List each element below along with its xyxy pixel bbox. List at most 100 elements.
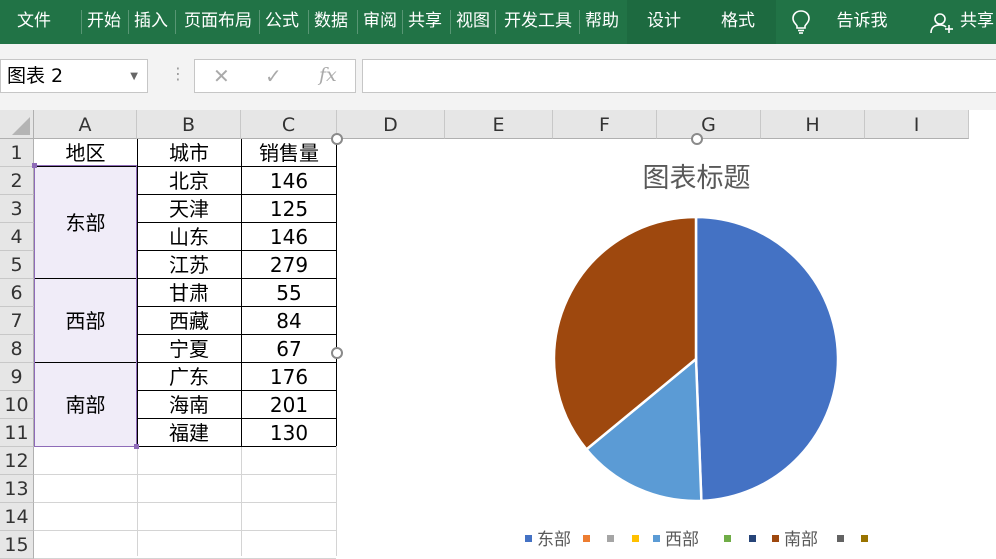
- column-header-I[interactable]: I: [865, 110, 969, 139]
- column-header-C[interactable]: C: [241, 110, 337, 139]
- legend-item-5[interactable]: [724, 529, 736, 551]
- row-header-15[interactable]: 15: [0, 531, 34, 559]
- cell-A1[interactable]: 地区: [34, 139, 137, 167]
- table-border-line: [34, 362, 137, 363]
- ribbon-separator: [357, 10, 358, 34]
- chart-resize-handle-top-left[interactable]: [331, 133, 343, 145]
- row-header-10[interactable]: 10: [0, 391, 34, 419]
- cell-sales-9[interactable]: 130: [241, 419, 337, 447]
- column-header-A[interactable]: A: [34, 110, 137, 139]
- cell-region-0[interactable]: 东部: [34, 167, 137, 279]
- ribbon-tab-7[interactable]: 共享: [407, 0, 443, 44]
- ribbon-tab-5[interactable]: 数据: [313, 0, 349, 44]
- cell-city-0[interactable]: 北京: [137, 167, 241, 195]
- cell-sales-6[interactable]: 67: [241, 335, 337, 363]
- cell-sales-0[interactable]: 146: [241, 167, 337, 195]
- legend-item-1[interactable]: [583, 529, 595, 551]
- chevron-down-icon[interactable]: ▼: [130, 61, 138, 93]
- cell-city-5[interactable]: 西藏: [137, 307, 241, 335]
- legend-item-7[interactable]: 南部: [772, 529, 818, 551]
- cell-city-6[interactable]: 宁夏: [137, 335, 241, 363]
- cell-city-7[interactable]: 广东: [137, 363, 241, 391]
- lightbulb-icon: [792, 10, 810, 34]
- table-border-line: [137, 446, 336, 447]
- cell-sales-8[interactable]: 201: [241, 391, 337, 419]
- cell-region-1[interactable]: 西部: [34, 279, 137, 363]
- pie-chart[interactable]: 图表标题 东部 西部 南部: [337, 139, 996, 556]
- legend-label: 东部: [537, 530, 571, 550]
- legend-item-0[interactable]: 东部: [525, 529, 571, 551]
- ribbon-tab-11[interactable]: 设计: [646, 0, 682, 44]
- legend-item-3[interactable]: [632, 529, 644, 551]
- cell-B1[interactable]: 城市: [137, 139, 241, 167]
- row-header-11[interactable]: 11: [0, 419, 34, 447]
- column-header-F[interactable]: F: [553, 110, 657, 139]
- legend-item-2[interactable]: [607, 529, 619, 551]
- row-header-12[interactable]: 12: [0, 447, 34, 475]
- cell-sales-5[interactable]: 84: [241, 307, 337, 335]
- more-icon: ⋮: [170, 64, 186, 83]
- legend-item-4[interactable]: 西部: [653, 529, 699, 551]
- ribbon-tab-8[interactable]: 视图: [455, 0, 491, 44]
- cell-region-2[interactable]: 南部: [34, 363, 137, 447]
- ribbon-tab-12[interactable]: 格式: [720, 0, 756, 44]
- formula-input[interactable]: [362, 59, 996, 93]
- chart-resize-handle-top[interactable]: [691, 133, 703, 145]
- row-header-8[interactable]: 8: [0, 335, 34, 363]
- row-header-4[interactable]: 4: [0, 223, 34, 251]
- row-header-3[interactable]: 3: [0, 195, 34, 223]
- cancel-icon[interactable]: ✕: [213, 64, 230, 88]
- column-header-B[interactable]: B: [137, 110, 241, 139]
- cell-city-2[interactable]: 山东: [137, 223, 241, 251]
- ribbon-tab-1[interactable]: 开始: [86, 0, 122, 44]
- ribbon-tab-0[interactable]: 文件: [16, 0, 52, 44]
- cell-sales-1[interactable]: 125: [241, 195, 337, 223]
- ribbon-tab-2[interactable]: 插入: [133, 0, 169, 44]
- legend-swatch: [525, 535, 532, 542]
- table-border-line: [34, 278, 137, 279]
- name-box[interactable]: 图表 2 ▼: [0, 59, 148, 93]
- ribbon-separator: [402, 10, 403, 34]
- column-header-G[interactable]: G: [657, 110, 761, 139]
- legend-item-8[interactable]: [837, 529, 849, 551]
- cell-C1[interactable]: 销售量: [241, 139, 337, 167]
- cell-sales-7[interactable]: 176: [241, 363, 337, 391]
- row-header-5[interactable]: 5: [0, 251, 34, 279]
- chart-resize-handle-left[interactable]: [331, 347, 343, 359]
- legend-label: 西部: [665, 530, 699, 550]
- row-header-1[interactable]: 1: [0, 139, 34, 167]
- insert-function-icon[interactable]: fx: [319, 64, 337, 86]
- tell-me-search[interactable]: 告诉我: [832, 0, 892, 44]
- ribbon-tab-4[interactable]: 公式: [264, 0, 300, 44]
- legend-item-6[interactable]: [749, 529, 761, 551]
- ribbon-tab-6[interactable]: 审阅: [362, 0, 398, 44]
- row-header-14[interactable]: 14: [0, 503, 34, 531]
- ribbon-tab-3[interactable]: 页面布局: [180, 0, 256, 44]
- column-header-D[interactable]: D: [337, 110, 445, 139]
- user-add-icon: [930, 13, 953, 34]
- row-header-2[interactable]: 2: [0, 167, 34, 195]
- column-header-E[interactable]: E: [445, 110, 553, 139]
- ribbon-separator: [495, 10, 496, 34]
- cell-city-4[interactable]: 甘肃: [137, 279, 241, 307]
- cell-city-1[interactable]: 天津: [137, 195, 241, 223]
- cell-sales-4[interactable]: 55: [241, 279, 337, 307]
- ribbon-tab-9[interactable]: 开发工具: [500, 0, 576, 44]
- table-border-line: [241, 139, 242, 446]
- column-header-H[interactable]: H: [761, 110, 865, 139]
- cell-city-3[interactable]: 江苏: [137, 251, 241, 279]
- share-button[interactable]: 共享: [960, 0, 996, 44]
- row-header-9[interactable]: 9: [0, 363, 34, 391]
- row-header-13[interactable]: 13: [0, 475, 34, 503]
- cell-city-9[interactable]: 福建: [137, 419, 241, 447]
- legend-item-9[interactable]: [861, 529, 873, 551]
- row-header-6[interactable]: 6: [0, 279, 34, 307]
- select-all-corner[interactable]: [0, 110, 34, 139]
- cell-sales-3[interactable]: 279: [241, 251, 337, 279]
- ribbon-tab-10[interactable]: 帮助: [584, 0, 620, 44]
- pie-slice-东部[interactable]: [694, 215, 840, 503]
- enter-icon[interactable]: ✓: [265, 64, 282, 88]
- cell-city-8[interactable]: 海南: [137, 391, 241, 419]
- cell-sales-2[interactable]: 146: [241, 223, 337, 251]
- row-header-7[interactable]: 7: [0, 307, 34, 335]
